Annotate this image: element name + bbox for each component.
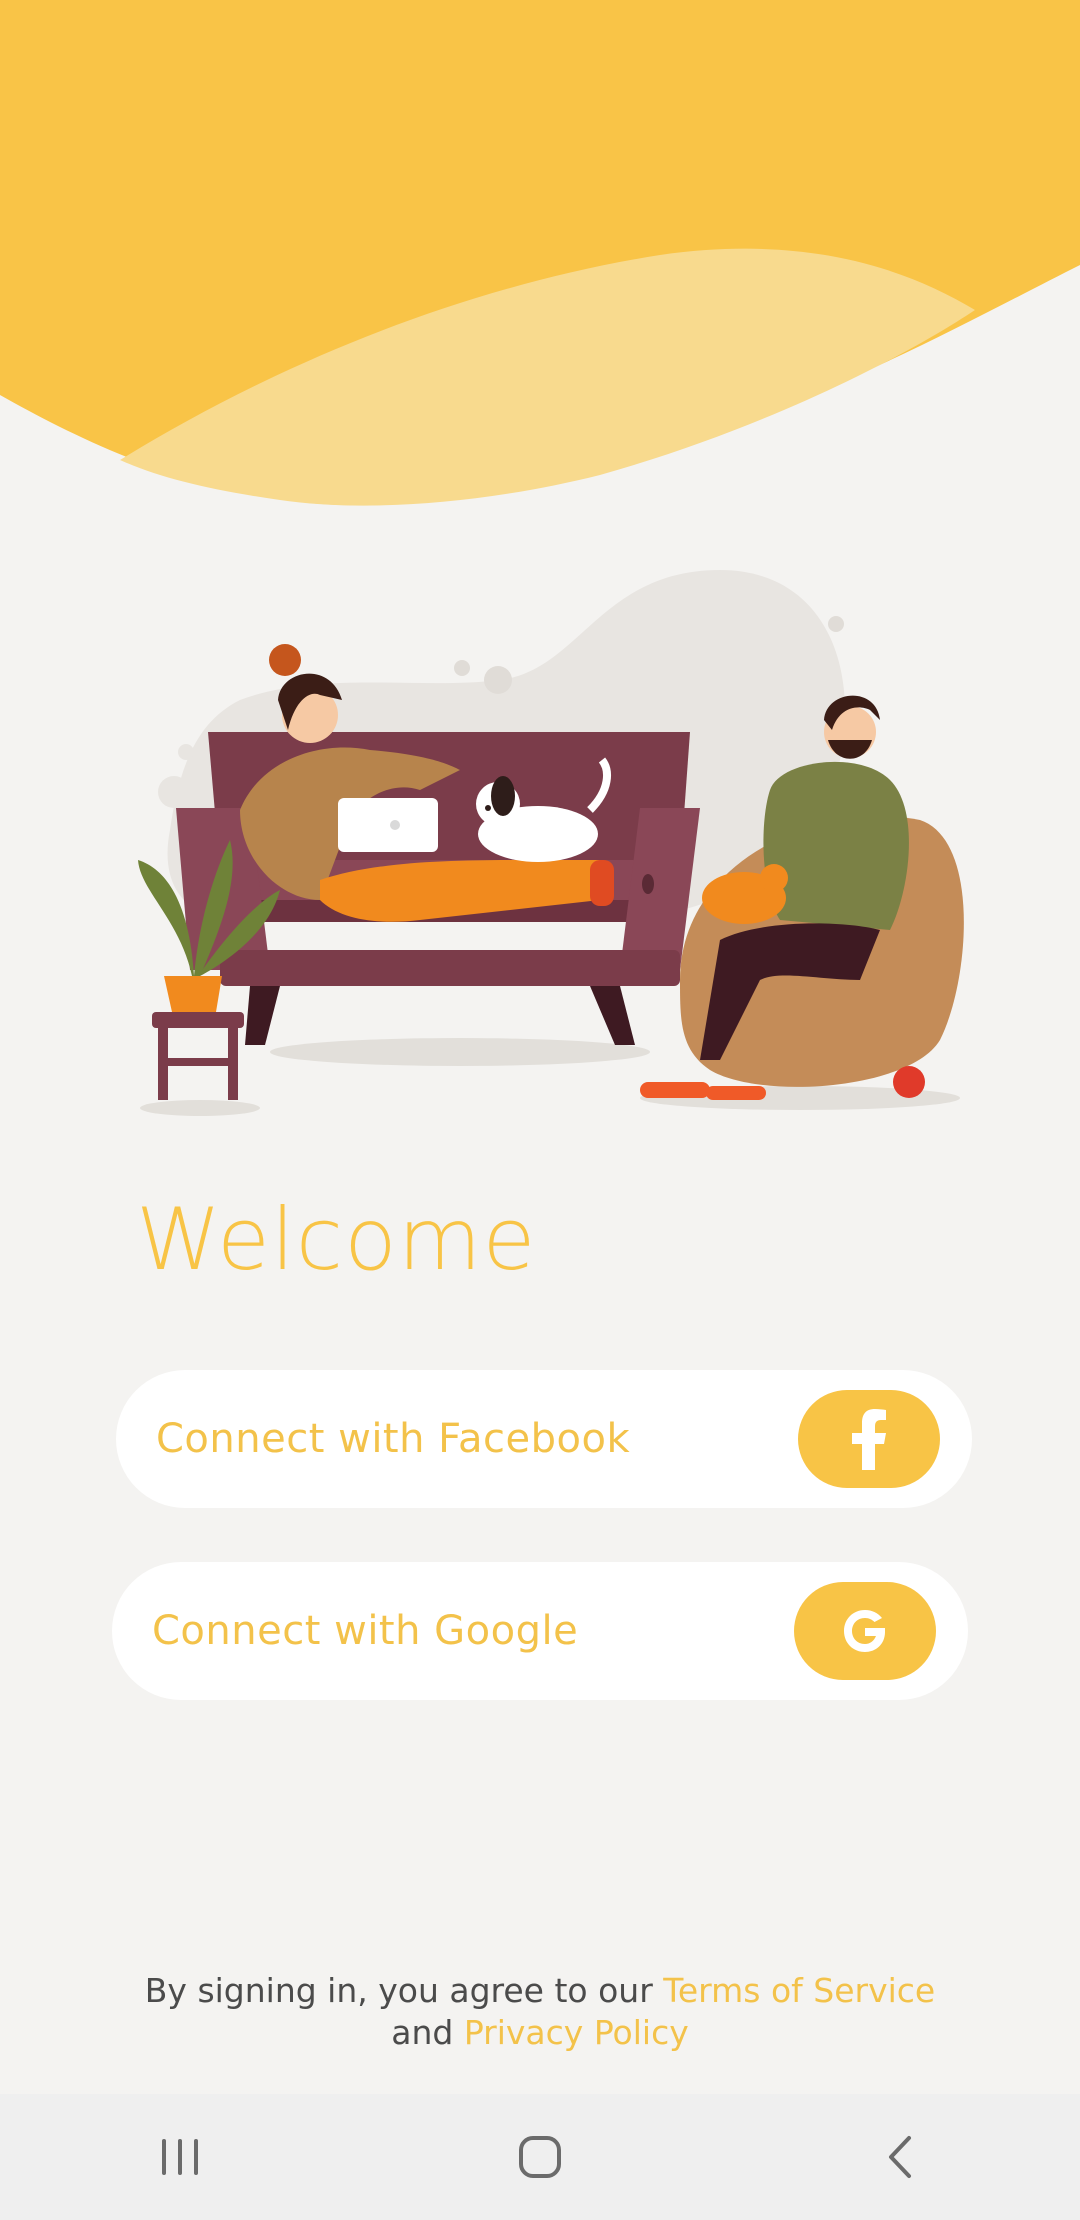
google-icon bbox=[794, 1582, 936, 1680]
home-icon bbox=[519, 2136, 561, 2178]
connect-google-label: Connect with Google bbox=[152, 1608, 579, 1654]
home-button[interactable] bbox=[480, 2112, 600, 2202]
back-button[interactable] bbox=[840, 2112, 960, 2202]
legal-conjunction: and bbox=[391, 2013, 454, 2052]
privacy-policy-link[interactable]: Privacy Policy bbox=[464, 2013, 689, 2052]
legal-notice: By signing in, you agree to our Terms of… bbox=[140, 1970, 940, 2054]
connect-facebook-label: Connect with Facebook bbox=[156, 1416, 631, 1462]
header-wave-background bbox=[0, 0, 1080, 520]
back-icon bbox=[889, 2136, 911, 2178]
connect-google-button[interactable]: Connect with Google bbox=[112, 1562, 968, 1700]
terms-of-service-link[interactable]: Terms of Service bbox=[663, 1971, 935, 2010]
connect-facebook-button[interactable]: Connect with Facebook bbox=[116, 1370, 972, 1508]
welcome-title: Welcome bbox=[136, 1190, 537, 1290]
recent-apps-button[interactable] bbox=[120, 2112, 240, 2202]
facebook-icon bbox=[798, 1390, 940, 1488]
system-navigation-bar bbox=[0, 2094, 1080, 2220]
living-room-illustration bbox=[138, 570, 964, 1116]
recent-apps-icon bbox=[162, 2139, 198, 2175]
legal-prefix: By signing in, you agree to our bbox=[144, 1971, 653, 2010]
